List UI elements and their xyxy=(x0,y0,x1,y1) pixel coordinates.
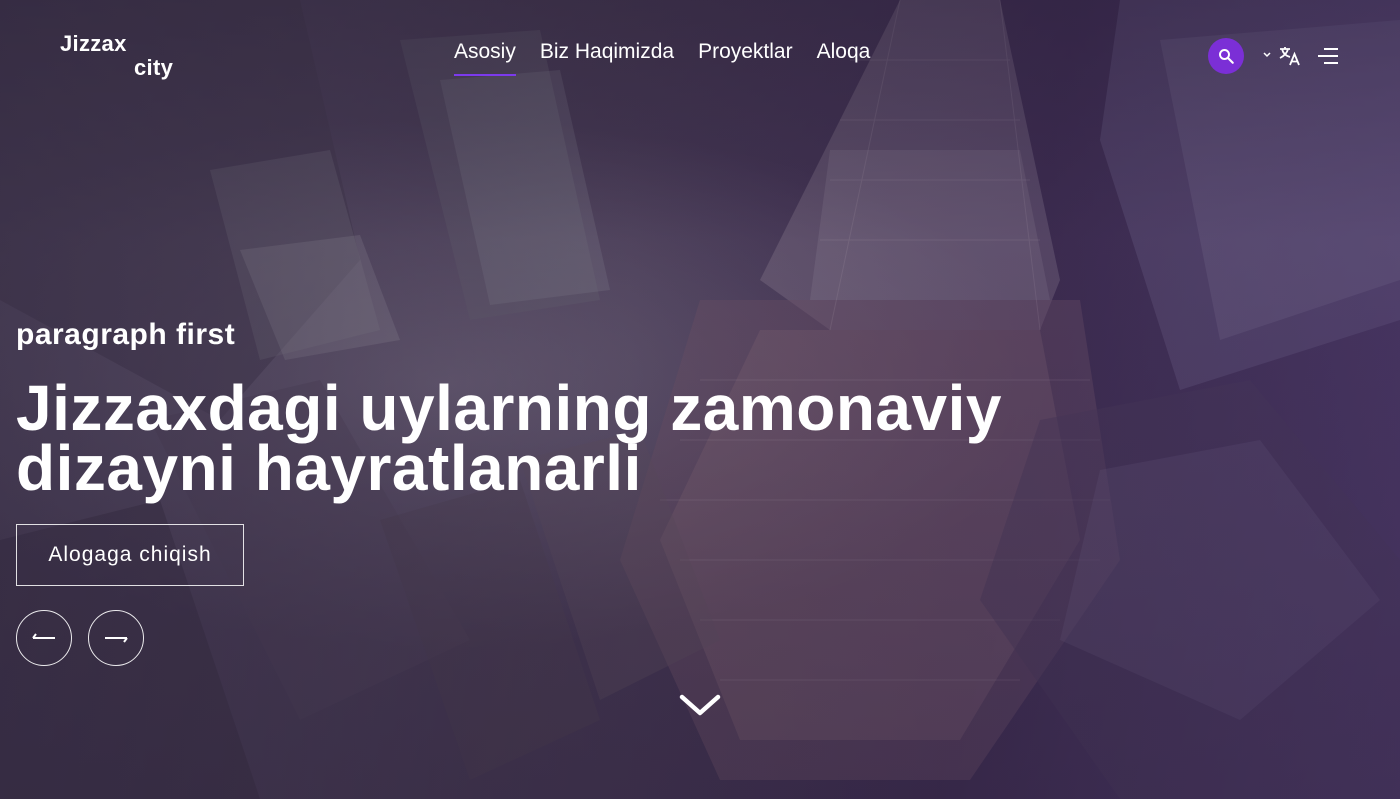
translate-icon xyxy=(1279,47,1300,66)
search-icon xyxy=(1219,49,1234,64)
scroll-down-button[interactable] xyxy=(678,690,722,720)
site-logo[interactable]: Jizzax city xyxy=(60,30,200,86)
nav-item-asosiy[interactable]: Asosiy xyxy=(454,38,516,76)
slider-prev-button[interactable] xyxy=(16,610,72,666)
contact-button[interactable]: Alogaga chiqish xyxy=(16,524,244,586)
nav-item-aloqa[interactable]: Aloqa xyxy=(817,38,871,76)
slider-next-button[interactable] xyxy=(88,610,144,666)
nav-item-proyektlar[interactable]: Proyektlar xyxy=(698,38,793,76)
site-header: Jizzax city Asosiy Biz Haqimizda Proyekt… xyxy=(0,0,1400,110)
logo-line-2: city xyxy=(134,55,174,80)
menu-icon xyxy=(1318,48,1338,64)
nav-item-biz-haqimizda[interactable]: Biz Haqimizda xyxy=(540,38,674,76)
language-switcher[interactable] xyxy=(1262,42,1302,70)
chevron-down-icon xyxy=(679,694,721,716)
menu-button[interactable] xyxy=(1316,45,1340,67)
main-nav: Asosiy Biz Haqimizda Proyektlar Aloqa xyxy=(454,38,894,76)
logo-line-1: Jizzax xyxy=(60,31,127,56)
chevron-down-icon xyxy=(1263,52,1271,58)
hero-subtitle: paragraph first xyxy=(16,318,236,351)
hero-title: Jizzaxdagi uylarning zamonaviy dizayni h… xyxy=(16,376,1116,500)
hero-title-line-2: dizayni hayratlanarli xyxy=(16,432,642,504)
arrow-left-icon xyxy=(32,633,55,639)
arrow-right-icon xyxy=(105,637,128,643)
hero-section: Jizzax city Asosiy Biz Haqimizda Proyekt… xyxy=(0,0,1400,799)
search-button[interactable] xyxy=(1208,38,1244,74)
